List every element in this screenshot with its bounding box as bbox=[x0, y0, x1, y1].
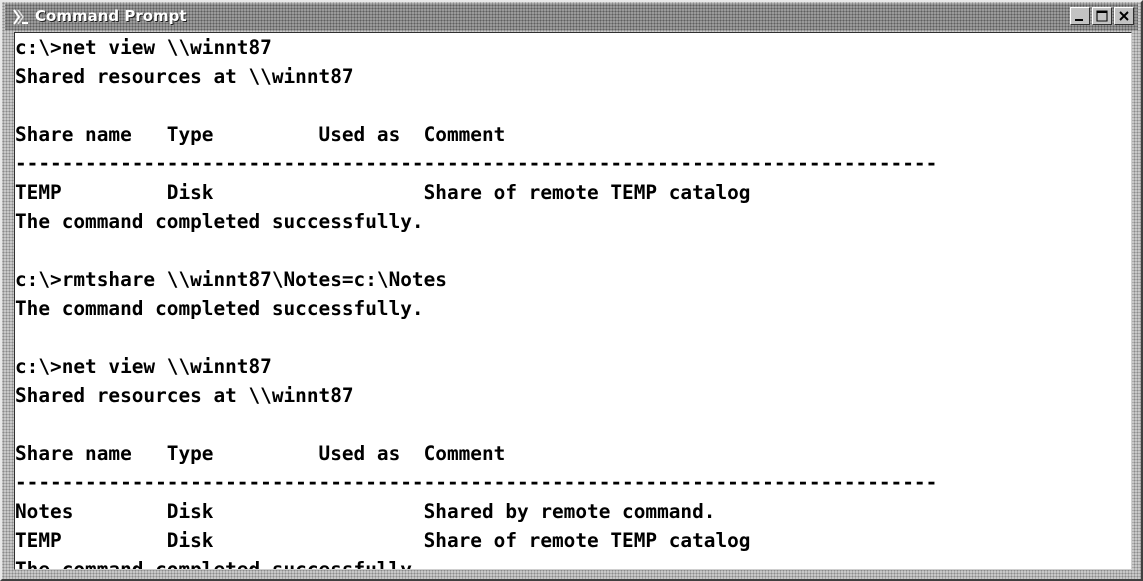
title-bar[interactable]: Command Prompt bbox=[5, 4, 1138, 30]
command-prompt-window: Command Prompt c:\>net view \\winnt87 Sh… bbox=[0, 0, 1143, 581]
console-line-command: c:\>net view \\winnt87 bbox=[15, 355, 272, 378]
maximize-button[interactable] bbox=[1092, 7, 1112, 25]
console-line-separator: ----------------------------------------… bbox=[15, 152, 938, 175]
console-line-status: The command completed successfully. bbox=[15, 297, 424, 320]
window-controls bbox=[1070, 7, 1134, 25]
close-button[interactable] bbox=[1114, 7, 1134, 25]
console-line-table-row: TEMP Disk Share of remote TEMP catalog bbox=[15, 181, 751, 204]
console-line: Shared resources at \\winnt87 bbox=[15, 65, 354, 88]
maximize-icon bbox=[1096, 10, 1108, 22]
console-icon[interactable] bbox=[11, 8, 29, 26]
console-line: Shared resources at \\winnt87 bbox=[15, 384, 354, 407]
console-line-blank bbox=[15, 323, 937, 352]
console-output[interactable]: c:\>net view \\winnt87 Shared resources … bbox=[14, 32, 1132, 570]
console-line-table-header: Share name Type Used as Comment bbox=[15, 123, 506, 146]
console-line-table-row: TEMP Disk Share of remote TEMP catalog bbox=[15, 529, 751, 552]
minimize-button[interactable] bbox=[1070, 7, 1090, 25]
minimize-icon bbox=[1075, 19, 1083, 21]
console-line-status: The command completed successfully. bbox=[15, 558, 424, 570]
window-title: Command Prompt bbox=[35, 7, 187, 25]
console-line-separator: ----------------------------------------… bbox=[15, 471, 938, 494]
close-icon bbox=[1119, 11, 1129, 21]
console-line-blank bbox=[15, 410, 937, 439]
console-line-status: The command completed successfully. bbox=[15, 210, 424, 233]
console-line-command: c:\>net view \\winnt87 bbox=[15, 36, 272, 59]
console-line-table-row: Notes Disk Shared by remote command. bbox=[15, 500, 716, 523]
console-lines: c:\>net view \\winnt87 Shared resources … bbox=[15, 33, 938, 570]
console-line-blank bbox=[15, 236, 937, 265]
console-line-table-header: Share name Type Used as Comment bbox=[15, 442, 506, 465]
console-line-blank bbox=[15, 91, 937, 120]
console-line-command: c:\>rmtshare \\winnt87\Notes=c:\Notes bbox=[15, 268, 447, 291]
